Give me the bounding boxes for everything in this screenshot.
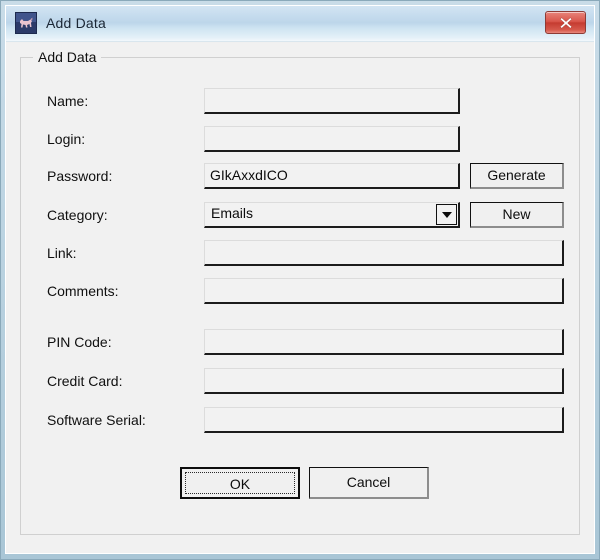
window-inner-frame: Add Data Add Data Name: Login: Password:… <box>5 5 595 554</box>
category-select[interactable]: Emails <box>204 202 460 228</box>
close-button[interactable] <box>545 11 586 34</box>
label-credit-card: Credit Card: <box>47 373 123 389</box>
dialog-client-area: Add Data Name: Login: Password: GIkAxxdI… <box>6 43 594 553</box>
row-comments: Comments: <box>21 278 579 306</box>
label-name: Name: <box>47 93 89 109</box>
window-title: Add Data <box>46 15 106 31</box>
row-pin-code: PIN Code: <box>21 329 579 357</box>
label-comments: Comments: <box>47 283 119 299</box>
close-icon <box>559 16 572 29</box>
label-category: Category: <box>47 207 108 223</box>
row-link: Link: <box>21 240 579 268</box>
ok-button-label: OK <box>185 472 295 494</box>
row-name: Name: <box>21 88 579 116</box>
generate-button[interactable]: Generate <box>470 163 564 189</box>
credit-card-input[interactable] <box>204 368 564 394</box>
title-bar[interactable]: Add Data <box>6 6 594 42</box>
ok-button[interactable]: OK <box>180 467 300 499</box>
label-software-serial: Software Serial: <box>47 412 146 428</box>
chevron-down-icon <box>441 211 452 218</box>
comments-input[interactable] <box>204 278 564 304</box>
row-login: Login: <box>21 126 579 154</box>
label-login: Login: <box>47 131 86 147</box>
row-software-serial: Software Serial: <box>21 407 579 435</box>
name-input[interactable] <box>204 88 460 114</box>
category-dropdown-arrow[interactable] <box>436 204 457 225</box>
cancel-button[interactable]: Cancel <box>309 467 429 499</box>
password-input[interactable]: GIkAxxdICO <box>204 163 460 189</box>
cancel-button-label: Cancel <box>346 474 391 490</box>
new-category-button[interactable]: New <box>470 202 564 228</box>
row-category: Category: Emails New <box>21 202 579 230</box>
category-selected-value: Emails <box>211 205 254 221</box>
pin-code-input[interactable] <box>204 329 564 355</box>
groupbox-legend: Add Data <box>33 49 102 65</box>
row-credit-card: Credit Card: <box>21 368 579 396</box>
row-password: Password: GIkAxxdICO Generate <box>21 163 579 191</box>
label-pin-code: PIN Code: <box>47 334 112 350</box>
label-link: Link: <box>47 245 77 261</box>
application-icon <box>15 12 37 34</box>
generate-button-label: Generate <box>487 167 546 183</box>
dialog-window: Add Data Add Data Name: Login: Password:… <box>0 0 600 560</box>
login-input[interactable] <box>204 126 460 152</box>
label-password: Password: <box>47 168 113 184</box>
new-category-button-label: New <box>502 206 531 222</box>
link-input[interactable] <box>204 240 564 266</box>
add-data-groupbox: Add Data Name: Login: Password: GIkAxxdI… <box>20 49 580 535</box>
software-serial-input[interactable] <box>204 407 564 433</box>
